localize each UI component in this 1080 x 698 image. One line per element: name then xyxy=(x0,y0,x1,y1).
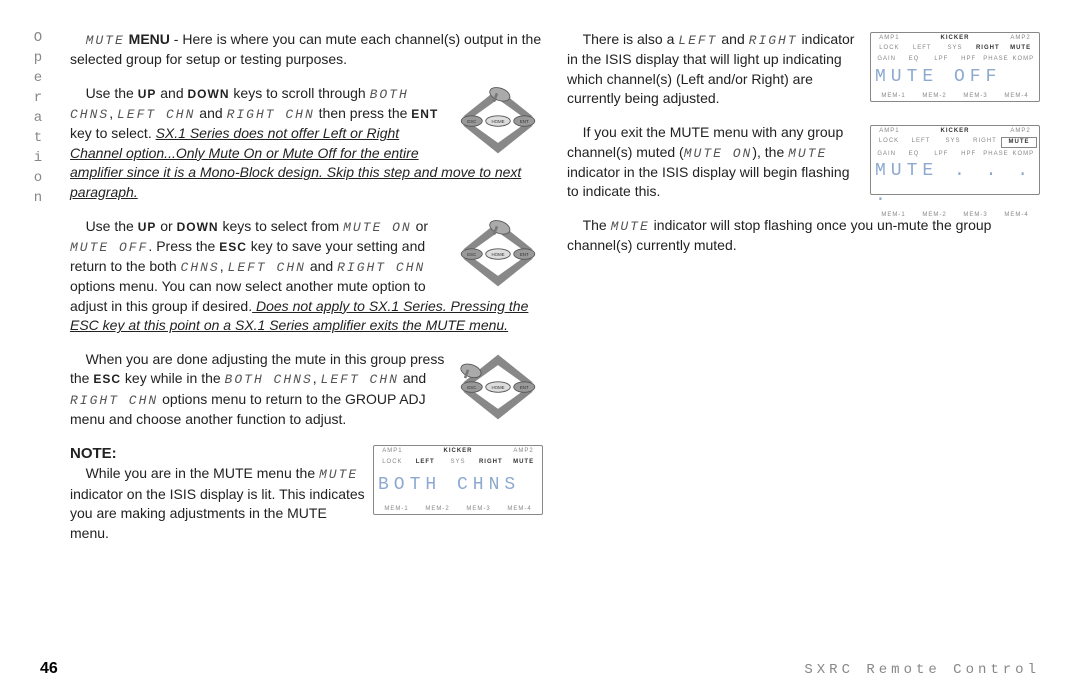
isis-row-3: GAINEQLPFHPFPHASEKOMP xyxy=(871,54,1039,64)
t: . Press the xyxy=(148,238,219,254)
lcd-right-chn: RIGHT CHN xyxy=(70,393,158,408)
page-footer: 46 SXRC Remote Control xyxy=(40,660,1040,678)
lcd-right-chn: RIGHT CHN xyxy=(337,260,425,275)
isis-display-3: AMP1KICKERAMP2 LOCKLEFTSYSRIGHTMUTE GAIN… xyxy=(870,125,1040,195)
right-column: AMP1KICKERAMP2 LOCKLEFTSYSRIGHTMUTE GAIN… xyxy=(567,30,1040,638)
remote-diagram-3: ESC HOME ENT xyxy=(453,352,543,422)
lcd-left-chn: LEFT CHN xyxy=(321,372,399,387)
remote-diagram-1: ESC HOME ENT xyxy=(453,86,543,156)
lcd-left-chn: LEFT CHN xyxy=(117,107,195,122)
svg-text:ESC: ESC xyxy=(467,385,476,390)
t: Use the xyxy=(86,85,138,101)
lcd-mute-off: MUTE OFF xyxy=(70,240,148,255)
lcd-mute: MUTE xyxy=(86,33,125,48)
t: keys to select from xyxy=(219,218,343,234)
lcd-mute-on: MUTE ON xyxy=(684,146,753,161)
svg-text:HOME: HOME xyxy=(491,251,504,256)
isis-row-4: MEM-1MEM-2MEM-3MEM-4 xyxy=(871,91,1039,101)
t: The xyxy=(583,217,611,233)
isis-row-4: MEM-1MEM-2MEM-3MEM-4 xyxy=(374,504,542,514)
t: and xyxy=(195,105,226,121)
section-tab: Operation xyxy=(30,30,46,210)
esc-label: ESC xyxy=(467,119,476,124)
isis-display-1: AMP1KICKERAMP2 LOCKLEFTSYSRIGHTMUTE BOTH… xyxy=(373,445,543,515)
t: ), the xyxy=(752,144,788,160)
up-key: UP xyxy=(138,87,157,101)
lcd-mute: MUTE xyxy=(611,219,650,234)
isis-row-3: GAINEQLPFHPFPHASEKOMP xyxy=(871,149,1039,159)
lcd-chns: CHNS xyxy=(181,260,220,275)
isis-main-1: BOTH CHNS xyxy=(374,467,542,504)
page-number: 46 xyxy=(40,660,58,678)
lcd-mute-on: MUTE ON xyxy=(343,220,412,235)
remote-icon: ESC HOME ENT xyxy=(453,219,543,289)
para-step1-wrap: ESC HOME ENT Use the UP and DOWN keys to… xyxy=(70,84,543,217)
t: , xyxy=(220,258,228,274)
t: then press the xyxy=(315,105,412,121)
t: indicator on the ISIS display is lit. Th… xyxy=(70,486,365,541)
svg-text:HOME: HOME xyxy=(491,385,504,390)
para-step2-wrap: ESC HOME ENT Use the UP or DOWN keys to … xyxy=(70,217,543,350)
svg-text:ENT: ENT xyxy=(520,385,529,390)
esc-key: ESC xyxy=(219,240,247,254)
t: and xyxy=(718,31,749,47)
svg-text:ENT: ENT xyxy=(520,251,529,256)
para-r3: The MUTE indicator will stop flashing on… xyxy=(567,216,1040,256)
up-key: UP xyxy=(138,220,157,234)
down-key: DOWN xyxy=(188,87,230,101)
para-mute-menu: MUTE MENU - Here is where you can mute e… xyxy=(70,30,543,70)
isis-main-2: MUTE OFF xyxy=(871,64,1039,90)
t: indicator in the ISIS display will begin… xyxy=(567,164,850,200)
isis-row-1: AMP1KICKERAMP2 xyxy=(871,33,1039,43)
t: and xyxy=(156,85,187,101)
t: Use the xyxy=(86,218,138,234)
t: key while in the xyxy=(121,370,225,386)
ent-label: ENT xyxy=(520,119,529,124)
text-columns: MUTE MENU - Here is where you can mute e… xyxy=(70,30,1040,638)
left-column: MUTE MENU - Here is where you can mute e… xyxy=(70,30,543,638)
para-step3-wrap: ESC HOME ENT When you are done adjusting… xyxy=(70,350,543,444)
esc-key: ESC xyxy=(93,372,121,386)
isis-row-1: AMP1KICKERAMP2 xyxy=(871,126,1039,136)
t: and xyxy=(399,370,426,386)
remote-diagram-2: ESC HOME ENT xyxy=(453,219,543,289)
lcd-left-chn: LEFT CHN xyxy=(228,260,306,275)
t: There is also a xyxy=(583,31,679,47)
svg-text:ESC: ESC xyxy=(467,251,476,256)
isis-main-3: MUTE . . . . xyxy=(871,159,1039,209)
isis-row-1: AMP1KICKERAMP2 xyxy=(374,446,542,456)
home-label: HOME xyxy=(491,119,504,124)
t: or xyxy=(412,218,428,234)
remote-icon: ESC HOME ENT xyxy=(453,86,543,156)
ent-key: ENT xyxy=(411,107,438,121)
lcd-right: RIGHT xyxy=(749,33,798,48)
t: , xyxy=(313,370,321,386)
note-wrap: AMP1KICKERAMP2 LOCKLEFTSYSRIGHTMUTE BOTH… xyxy=(70,443,543,557)
down-key: DOWN xyxy=(177,220,219,234)
t: and xyxy=(306,258,337,274)
t: , xyxy=(109,105,117,121)
remote-icon: ESC HOME ENT xyxy=(453,352,543,422)
menu-label: MENU xyxy=(129,31,170,47)
t: key to select. xyxy=(70,125,156,141)
lcd-mute: MUTE xyxy=(319,467,358,482)
t: or xyxy=(156,218,176,234)
footer-title: SXRC Remote Control xyxy=(804,662,1040,678)
manual-page: Operation MUTE MENU - Here is where you … xyxy=(0,0,1080,698)
isis-display-2: AMP1KICKERAMP2 LOCKLEFTSYSRIGHTMUTE GAIN… xyxy=(870,32,1040,102)
lcd-mute: MUTE xyxy=(788,146,827,161)
para-r1-wrap: AMP1KICKERAMP2 LOCKLEFTSYSRIGHTMUTE GAIN… xyxy=(567,30,1040,123)
lcd-left: LEFT xyxy=(678,33,717,48)
lcd-right-chn: RIGHT CHN xyxy=(227,107,315,122)
lcd-both-chns: BOTH CHNS xyxy=(225,372,313,387)
t: While you are in the MUTE menu the xyxy=(86,465,319,481)
isis-row-2: LOCKLEFTSYSRIGHTMUTE xyxy=(374,457,542,467)
t: keys to scroll through xyxy=(230,85,370,101)
para-r2-wrap: AMP1KICKERAMP2 LOCKLEFTSYSRIGHTMUTE GAIN… xyxy=(567,123,1040,216)
isis-row-2: LOCKLEFTSYSRIGHTMUTE xyxy=(871,136,1039,148)
isis-row-2: LOCKLEFTSYSRIGHTMUTE xyxy=(871,43,1039,53)
